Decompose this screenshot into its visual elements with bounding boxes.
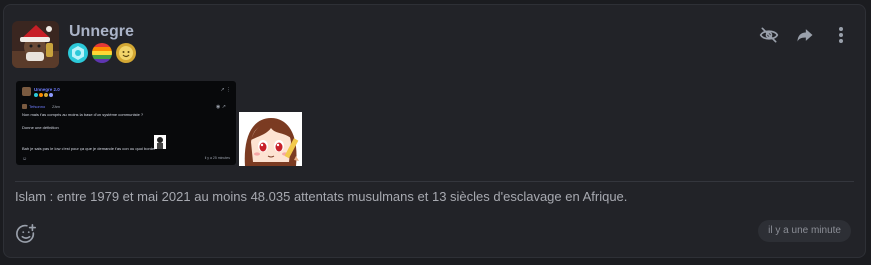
embed-reply-avatar: [22, 104, 27, 109]
embed-actions: ↗ ⋮: [220, 87, 231, 93]
embedded-screenshot[interactable]: Unnegre 2.0 ↗ ⋮ Tefsonno Zâm ◉ ↗ Non mai…: [16, 81, 236, 165]
cyan-hexagon-badge[interactable]: [68, 43, 88, 63]
embed-reply-actions: ◉ ↗: [216, 104, 226, 110]
more-options-icon[interactable]: [831, 25, 851, 45]
rainbow-badge[interactable]: [92, 43, 112, 63]
hide-icon[interactable]: [759, 25, 779, 45]
share-icon[interactable]: [795, 25, 815, 45]
username[interactable]: Unnegre: [69, 23, 134, 41]
post-card: Unnegre Unnegre 2.0 ↗ ⋮ Tefsonno Zâm ◉ ↗…: [3, 4, 866, 258]
avatar[interactable]: [12, 21, 59, 68]
embed-badges: [34, 93, 53, 97]
timestamp[interactable]: il y a une minute: [758, 220, 851, 242]
divider: [15, 181, 854, 182]
post-actions: [759, 25, 851, 45]
embed-time: il y a 25 minutes: [204, 156, 230, 160]
embed-sticker: [154, 135, 166, 149]
embed-line3: Bah je sais pas le low c'est pour ça que…: [22, 146, 156, 151]
embed-username: Unnegre 2.0: [34, 87, 60, 92]
embed-line2: Donne une définition: [22, 125, 59, 130]
embed-reply-tag: Zâm: [52, 104, 60, 109]
embed-reply-author: Tefsonno: [29, 104, 46, 109]
anime-sticker-image[interactable]: [239, 112, 302, 166]
add-reaction-icon[interactable]: [15, 223, 37, 245]
badge-list: [68, 43, 136, 63]
gold-smiley-badge[interactable]: [116, 43, 136, 63]
post-message: Islam : entre 1979 et mai 2021 au moins …: [15, 189, 628, 204]
embed-avatar: [22, 87, 31, 96]
embed-react-icon: ☺: [22, 156, 28, 162]
embed-line1: Non mais t'as compris au moins la base d…: [22, 112, 144, 117]
